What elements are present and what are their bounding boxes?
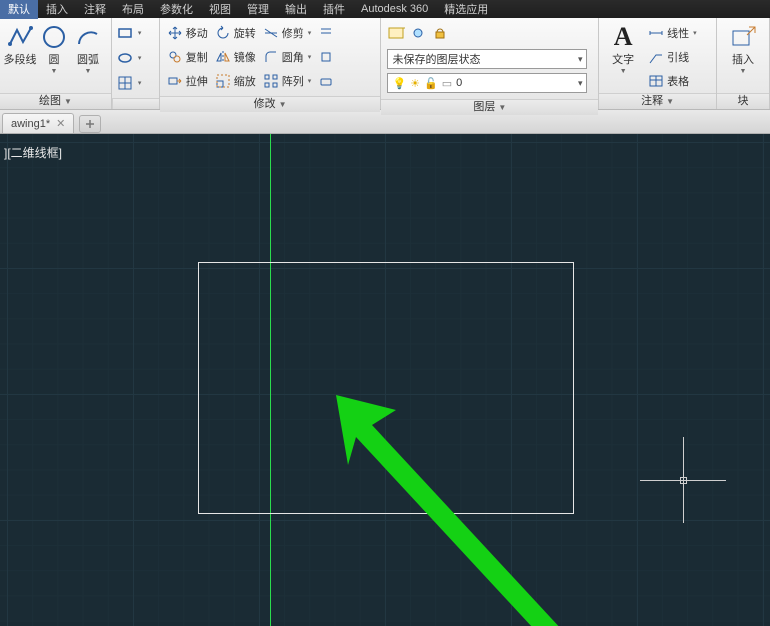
scale-icon xyxy=(214,72,232,90)
circle-button[interactable]: 圆 ▼ xyxy=(40,22,68,75)
stretch-icon xyxy=(166,72,184,90)
mirror-icon xyxy=(214,48,232,66)
linear-dim-button[interactable]: 线性▾ xyxy=(647,22,697,44)
offset-icon xyxy=(317,24,335,42)
new-tab-button[interactable] xyxy=(79,115,101,133)
polyline-button[interactable]: 多段线 xyxy=(6,22,34,68)
block-panel-footer[interactable]: 块 xyxy=(717,93,769,109)
view-label[interactable]: ][二维线框] xyxy=(4,144,62,161)
array-button[interactable]: 阵列▾ xyxy=(262,70,312,92)
table-button[interactable]: 表格 xyxy=(647,70,697,92)
array-icon xyxy=(262,72,280,90)
menu-view[interactable]: 视图 xyxy=(201,0,239,19)
ellipse-icon xyxy=(116,49,134,67)
draw-panel-footer[interactable]: 绘图▼ xyxy=(0,93,111,109)
cursor-pickbox xyxy=(680,477,687,484)
draw-tool-3[interactable]: ▾ xyxy=(116,72,142,94)
copy-button[interactable]: 复制 xyxy=(166,46,208,68)
circle-icon xyxy=(39,22,69,52)
menu-annotate[interactable]: 注释 xyxy=(76,0,114,19)
copy-icon xyxy=(166,48,184,66)
menu-manage[interactable]: 管理 xyxy=(239,0,277,19)
menu-autodesk360[interactable]: Autodesk 360 xyxy=(353,1,436,17)
drawing-canvas[interactable]: ][二维线框] xyxy=(0,134,770,626)
document-tab[interactable]: awing1* ✕ xyxy=(2,113,74,133)
menu-insert[interactable]: 插入 xyxy=(38,0,76,19)
insert-block-icon xyxy=(728,22,758,52)
modify-panel-footer[interactable]: 修改▼ xyxy=(160,96,381,112)
hatch-icon xyxy=(116,74,134,92)
mirror-button[interactable]: 镜像 xyxy=(214,46,256,68)
linear-dim-icon xyxy=(647,24,665,42)
annotate-panel-footer[interactable]: 注释▼ xyxy=(599,93,716,109)
explode-icon xyxy=(317,48,335,66)
rotate-button[interactable]: 旋转 xyxy=(214,22,256,44)
layer-current-select[interactable]: 💡 ☀ 🔓 ▭ 0 ▾ xyxy=(387,73,587,93)
plus-icon xyxy=(84,118,96,130)
trim-button[interactable]: 修剪▾ xyxy=(262,22,312,44)
leader-button[interactable]: 引线 xyxy=(647,46,697,68)
lightbulb-icon: 💡 xyxy=(392,77,406,90)
menu-layout[interactable]: 布局 xyxy=(114,0,152,19)
menu-featured[interactable]: 精选应用 xyxy=(436,0,496,19)
trim-icon xyxy=(262,24,280,42)
table-icon xyxy=(647,72,665,90)
leader-icon xyxy=(647,48,665,66)
erase-icon xyxy=(317,72,335,90)
modify-extra-3[interactable] xyxy=(317,70,335,92)
fillet-icon xyxy=(262,48,280,66)
drawn-rectangle[interactable] xyxy=(198,262,574,514)
move-button[interactable]: 移动 xyxy=(166,22,208,44)
arc-button[interactable]: 圆弧 ▼ xyxy=(74,22,102,75)
scale-button[interactable]: 缩放 xyxy=(214,70,256,92)
menu-bar: 默认 插入 注释 布局 参数化 视图 管理 输出 插件 Autodesk 360… xyxy=(0,0,770,18)
move-icon xyxy=(166,24,184,42)
menu-parametric[interactable]: 参数化 xyxy=(152,0,201,19)
stretch-button[interactable]: 拉伸 xyxy=(166,70,208,92)
text-icon: A xyxy=(608,22,638,52)
tab-close-button[interactable]: ✕ xyxy=(56,117,65,130)
menu-plugins[interactable]: 插件 xyxy=(315,0,353,19)
menu-default[interactable]: 默认 xyxy=(0,0,38,19)
layer-props-icon[interactable] xyxy=(387,24,405,45)
modify-extra-1[interactable] xyxy=(317,22,335,44)
draw-tool-2[interactable]: ▾ xyxy=(116,47,142,69)
layer-panel-footer[interactable]: 图层▼ xyxy=(381,99,598,115)
layer-state-select[interactable]: 未保存的图层状态 ▾ xyxy=(387,49,587,69)
fillet-button[interactable]: 圆角▾ xyxy=(262,46,312,68)
print-icon: ▭ xyxy=(442,77,452,90)
ribbon: 多段线 圆 ▼ 圆弧 ▼ 绘图▼ ▾ ▾ ▾ xyxy=(0,18,770,110)
layer-freeze-icon[interactable] xyxy=(409,24,427,45)
layer-lock-icon[interactable] xyxy=(431,24,449,45)
menu-output[interactable]: 输出 xyxy=(277,0,315,19)
dropdown-icon: ▾ xyxy=(578,54,583,65)
modify-extra-2[interactable] xyxy=(317,46,335,68)
rotate-icon xyxy=(214,24,232,42)
lock-open-icon: 🔓 xyxy=(424,77,438,90)
text-button[interactable]: A 文字 ▼ xyxy=(605,22,641,75)
arc-icon xyxy=(73,22,103,52)
rectangle-icon xyxy=(116,24,134,42)
insert-block-button[interactable]: 插入 ▼ xyxy=(723,22,763,75)
polyline-icon xyxy=(5,22,35,52)
sun-icon: ☀ xyxy=(410,77,420,90)
dropdown-icon: ▾ xyxy=(578,78,583,89)
draw-tool-1[interactable]: ▾ xyxy=(116,22,142,44)
